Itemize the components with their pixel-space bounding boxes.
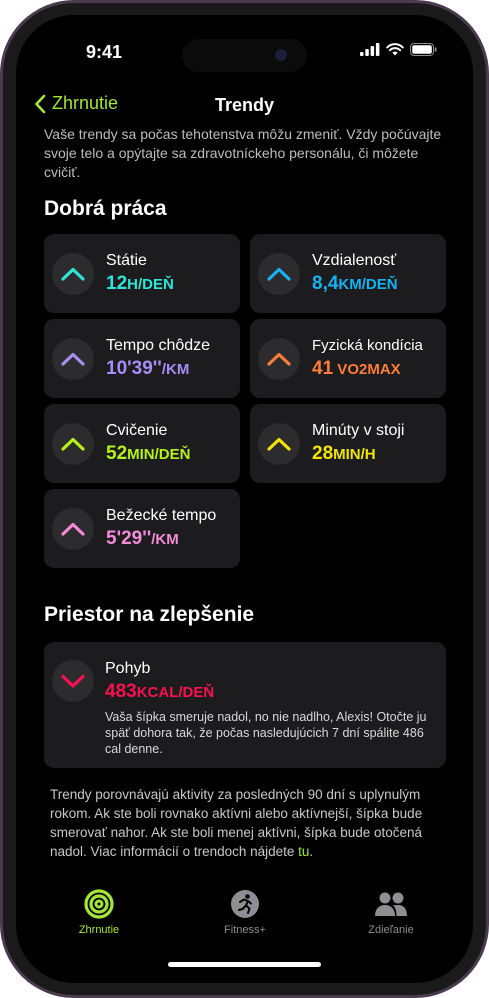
trend-number: 12 [106,273,128,294]
footer-text: Trendy porovnávajú aktivity za poslednýc… [50,787,423,859]
trend-value: 12h/deň [106,273,174,295]
trend-title: Minúty v stoji [312,422,405,439]
tab-sharing[interactable]: Zdieľanie [336,888,446,936]
tab-summary[interactable]: Zhrnutie [44,888,154,936]
trend-card-walking-pace[interactable]: Tempo chôdze 10'39''/km [44,319,240,398]
trend-number: 483 [105,681,137,702]
arrow-badge [258,253,300,295]
trend-title: Fyzická kondícia [312,337,423,354]
trend-number: 52 [106,443,128,464]
arrow-badge [258,338,300,380]
trend-unit: min/deň [127,446,191,463]
arrow-up-icon [61,352,85,366]
trend-card-cardio-fitness[interactable]: Fyzická kondícia 41 VO2max [250,319,446,398]
footer-info: Trendy porovnávajú aktivity za poslednýc… [50,785,450,861]
trend-card-standing[interactable]: Státie 12h/deň [44,234,240,313]
arrow-badge [52,508,94,550]
trend-unit: min/h [333,446,376,463]
trend-unit: h/deň [127,276,174,293]
trend-unit: /km [161,361,190,378]
section-heading-good: Dobrá práca [44,197,167,220]
trend-number: 8,4 [312,273,339,294]
cellular-signal-icon [360,43,380,56]
trend-value: 28min/h [312,443,376,465]
intro-text: Vaše trendy sa počas tehotenstva môžu zm… [44,126,442,180]
trend-unit: /km [151,531,179,548]
trend-title: Tempo chôdze [106,337,211,354]
tab-fitness-plus[interactable]: Fitness+ [190,888,300,936]
arrow-badge [52,660,94,702]
arrow-badge [52,338,94,380]
trend-title: Pohyb [105,660,151,677]
trend-title: Státie [106,252,147,269]
sharing-people-icon [375,892,407,916]
trend-message: Vaša šípka smeruje nadol, no nie nadlho,… [105,710,427,756]
arrow-up-icon [61,267,85,281]
section-heading-improve: Priestor na zlepšenie [44,603,255,626]
status-time: 9:41 [86,42,123,62]
arrow-up-icon [61,522,85,536]
trend-unit: kcal/deň [136,684,215,701]
trend-value: 8,4km/deň [312,273,398,295]
arrow-down-icon [61,674,85,688]
trend-value: 10'39''/km [106,358,189,380]
trend-number: 41 [312,358,334,379]
tab-label: Fitness+ [224,924,266,936]
status-icons [360,43,437,56]
trend-card-distance[interactable]: Vzdialenosť 8,4km/deň [250,234,446,313]
trend-card-running-pace[interactable]: Bežecké tempo 5'29''/km [44,489,240,568]
dynamic-island [182,39,307,72]
arrow-up-icon [61,437,85,451]
arrow-badge [258,423,300,465]
trend-number: 10'39'' [106,358,162,379]
trend-title: Vzdialenosť [312,252,397,269]
footer-end: . [309,844,314,859]
trend-value: 41 VO2max [312,358,401,380]
wifi-icon [386,43,404,56]
screen: 9:41 Zhrnutie Trendy Vaše trendy sa poča… [16,15,473,983]
page-title: Trendy [214,95,275,115]
trend-title: Cvičenie [106,422,168,439]
trend-title: Bežecké tempo [106,507,217,524]
arrow-up-icon [267,267,291,281]
fitness-plus-runner-icon [231,890,259,918]
arrow-up-icon [267,352,291,366]
trend-unit: VO2max [333,361,401,378]
activity-rings-icon [84,889,114,919]
arrow-badge [52,253,94,295]
tab-label: Zhrnutie [78,924,120,936]
trend-card-exercise[interactable]: Cvičenie 52min/deň [44,404,240,483]
home-indicator[interactable] [168,962,321,967]
tab-label: Zdieľanie [368,924,414,936]
trend-value: 5'29''/km [106,528,179,550]
trend-unit: km/deň [338,276,398,293]
trend-value: 52min/deň [106,443,190,465]
trend-number: 5'29'' [106,528,152,549]
trend-card-stand-minutes[interactable]: Minúty v stoji 28min/h [250,404,446,483]
battery-icon [410,43,437,56]
trend-number: 28 [312,443,334,464]
arrow-badge [52,423,94,465]
trend-card-move[interactable]: Pohyb 483kcal/deň Vaša šípka smeruje nad… [44,642,446,768]
more-info-link[interactable]: tu [298,844,309,859]
arrow-up-icon [267,437,291,451]
trend-value: 483kcal/deň [105,681,214,703]
camera-icon [275,49,287,61]
